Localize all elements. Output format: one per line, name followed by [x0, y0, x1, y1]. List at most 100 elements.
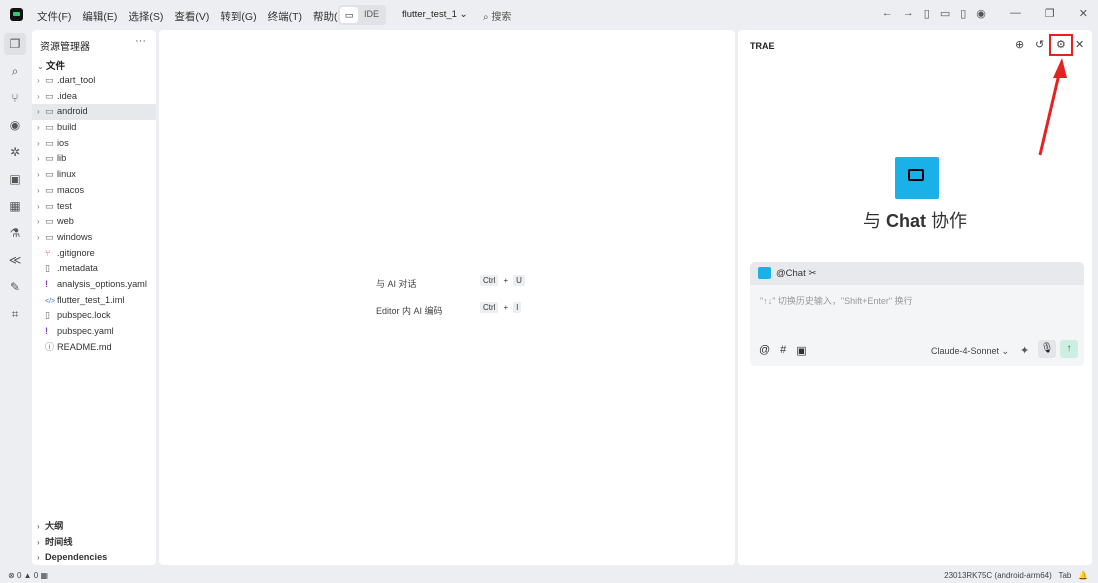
dependencies-label: Dependencies — [45, 552, 108, 563]
chat-input-box[interactable]: @Chat ✂ "↑↓" 切换历史输入，"Shift+Enter" 换行 @ # ▣… — [750, 262, 1084, 366]
scan-icon[interactable]: ⌗ — [4, 303, 26, 325]
file-item[interactable]: ⑂ .gitignore — [32, 246, 156, 262]
file-item[interactable]: ▯ pubspec.lock — [32, 308, 156, 324]
notifications-icon[interactable]: 🔔 — [1078, 571, 1088, 580]
file-item[interactable]: ! pubspec.yaml — [32, 324, 156, 340]
item-label: ios — [57, 137, 69, 148]
chevron-right-icon: › — [37, 154, 40, 164]
inline-ai-hint: Editor 内 AI 编码 — [376, 306, 443, 316]
item-label: pubspec.lock — [57, 310, 111, 321]
outline-section[interactable]: › 大纲 — [32, 519, 156, 535]
back-icon[interactable]: ← — [882, 7, 893, 20]
explorer-icon[interactable]: ❐ — [4, 33, 26, 55]
folder-item[interactable]: › ▭ ios — [32, 136, 156, 152]
chevron-right-icon: › — [37, 185, 40, 195]
menu-edit[interactable]: 编辑(E) — [82, 9, 117, 24]
folder-item[interactable]: › ▭ macos — [32, 183, 156, 199]
folder-icon: ▭ — [45, 106, 54, 117]
menu-bar: 文件(F) 编辑(E) 选择(S) 查看(V) 转到(G) 终端(T) 帮助(H… — [37, 9, 349, 24]
file-item[interactable]: ⓘ README.md — [32, 340, 156, 356]
folder-item[interactable]: › ▭ .idea — [32, 89, 156, 105]
menu-go[interactable]: 转到(G) — [220, 9, 256, 24]
file-item[interactable]: ▯ .metadata — [32, 261, 156, 277]
folder-icon: ▭ — [45, 216, 54, 227]
file-icon: ▯ — [45, 310, 50, 321]
problems-indicator[interactable]: ⊗ 0 ▲ 0 ▦ — [8, 571, 48, 580]
close-window-icon[interactable]: ✕ — [1079, 7, 1088, 20]
remote-icon[interactable]: ▣ — [4, 168, 26, 190]
file-item[interactable]: </> flutter_test_1.iml — [32, 293, 156, 309]
model-selector[interactable]: Claude-4-Sonnet ⌄ — [931, 346, 1009, 357]
extensions-icon[interactable]: ▦ — [4, 195, 26, 217]
item-label: macos — [57, 184, 85, 195]
file-icon: ! — [45, 326, 48, 336]
hash-icon[interactable]: # — [780, 344, 786, 357]
toggle-aux-icon[interactable]: ▯ — [960, 7, 966, 20]
dependencies-section[interactable]: › Dependencies — [32, 550, 156, 566]
source-control-icon[interactable]: ⑂ — [4, 87, 26, 109]
close-panel-icon[interactable]: ✕ — [1075, 38, 1084, 51]
item-label: .dart_tool — [57, 75, 96, 85]
file-tree: › ▭ .dart_tool › ▭ .idea › ▭ android › ▭ build › ▭ ios… — [32, 73, 156, 355]
device-selector[interactable]: 23013RK75C (android-arm64) — [944, 571, 1052, 580]
folder-item[interactable]: › ▭ windows — [32, 230, 156, 246]
file-icon: ▯ — [45, 263, 50, 274]
chevron-right-icon: › — [37, 201, 40, 211]
chevron-right-icon: › — [37, 76, 40, 85]
editor-area: 与 AI 对话 Ctrl + U Editor 内 AI 编码 Ctrl + I — [159, 30, 735, 565]
project-selector[interactable]: flutter_test_1 ⌄ — [402, 9, 468, 20]
minimize-icon[interactable]: — — [1010, 7, 1021, 20]
folder-item[interactable]: › ▭ test — [32, 199, 156, 215]
mention-icon[interactable]: @ — [759, 344, 770, 357]
chevron-right-icon: › — [37, 91, 40, 101]
folder-item[interactable]: › ▭ .dart_tool — [32, 73, 156, 89]
folder-item[interactable]: › ▭ linux — [32, 167, 156, 183]
forward-icon[interactable]: → — [903, 7, 914, 20]
eye-icon[interactable]: ◉ — [4, 114, 26, 136]
tools-icon: ✂ — [808, 268, 817, 279]
flutter-icon[interactable]: ≪ — [4, 249, 26, 271]
timeline-section[interactable]: › 时间线 — [32, 535, 156, 551]
toggle-panel-icon[interactable]: ▭ — [940, 7, 950, 20]
search-box[interactable]: ⌕ 搜索 — [483, 8, 511, 23]
folder-item[interactable]: › ▭ web — [32, 214, 156, 230]
debug-icon[interactable]: ✲ — [4, 141, 26, 163]
restore-icon[interactable]: ❐ — [1045, 7, 1055, 20]
menu-terminal[interactable]: 终端(T) — [268, 9, 302, 24]
folder-item[interactable]: › ▭ build — [32, 120, 156, 136]
files-section-header[interactable]: ⌄ 文件 — [37, 58, 65, 72]
search-icon[interactable]: ⌕ — [4, 60, 26, 82]
file-icon: </> — [45, 297, 56, 305]
search-label: 搜索 — [491, 12, 512, 23]
folder-icon: ▭ — [45, 200, 54, 211]
sparkle-icon[interactable]: ✦ — [1020, 344, 1029, 357]
menu-view[interactable]: 查看(V) — [174, 9, 209, 24]
image-icon[interactable]: ▣ — [796, 344, 806, 357]
item-label: build — [57, 122, 77, 133]
folder-item[interactable]: › ▭ lib — [32, 151, 156, 167]
menu-select[interactable]: 选择(S) — [128, 9, 163, 24]
toggle-sidebar-icon[interactable]: ▯ — [924, 7, 930, 20]
indent-mode[interactable]: Tab — [1058, 571, 1071, 580]
folder-item[interactable]: › ▭ android — [32, 104, 156, 121]
item-label: README.md — [57, 341, 112, 352]
pen-icon[interactable]: ✎ — [4, 276, 26, 298]
more-icon[interactable]: ··· — [135, 35, 146, 47]
testing-icon[interactable]: ⚗ — [4, 222, 26, 244]
search-icon: ⌕ — [483, 12, 489, 23]
menu-file[interactable]: 文件(F) — [37, 9, 71, 24]
mode-switch[interactable]: ▭ IDE — [338, 5, 386, 25]
account-icon[interactable]: ◉ — [976, 7, 986, 20]
send-button[interactable]: ↑ — [1060, 340, 1078, 358]
chevron-right-icon: › — [37, 170, 40, 180]
chat-input-placeholder[interactable]: "↑↓" 切换历史输入，"Shift+Enter" 换行 — [760, 294, 913, 307]
microphone-icon[interactable]: 🎙 — [1038, 340, 1056, 358]
folder-icon: ▭ — [45, 184, 54, 195]
ide-mode-label[interactable]: IDE — [364, 9, 379, 19]
folder-icon: ▭ — [45, 231, 54, 242]
chat-mode-icon[interactable]: ▭ — [340, 7, 358, 23]
item-label: pubspec.yaml — [57, 326, 114, 336]
file-item[interactable]: ! analysis_options.yaml — [32, 277, 156, 293]
new-chat-icon[interactable]: ⊕ — [1015, 38, 1024, 51]
agent-selector[interactable]: @Chat ✂ — [776, 268, 816, 279]
